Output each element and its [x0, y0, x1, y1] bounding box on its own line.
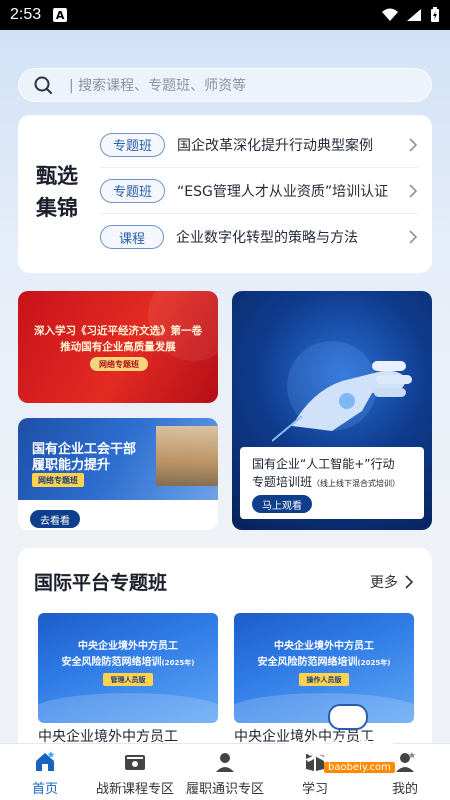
featured-row-text: “ESG管理人才从业资质”培训认证: [177, 183, 389, 200]
featured-row[interactable]: 专题班 “ESG管理人才从业资质”培训认证: [100, 168, 418, 214]
card-decoration: [38, 693, 218, 723]
meeting-photo: [156, 426, 218, 486]
nav-label: 我的: [391, 782, 418, 797]
banner-line2: 履职能力提升: [32, 458, 111, 473]
person-icon: [216, 753, 234, 772]
card-line1: 中央企业境外中方员工: [274, 641, 374, 652]
wallet-icon: [125, 755, 145, 770]
nav-label: 战新课程专区: [95, 782, 174, 797]
union-banner-image: 国有企业工会干部 履职能力提升 网络专题班: [18, 418, 218, 500]
banner-line1: 国有企业“人工智能+”行动: [252, 457, 395, 471]
nav-general-knowledge[interactable]: 履职通识专区: [180, 744, 270, 800]
status-time: 2:53: [10, 6, 42, 23]
featured-title: 甄选 集锦: [36, 160, 84, 224]
featured-tag: 专题班: [100, 132, 166, 157]
banner-chip: 网络专题班: [32, 473, 84, 487]
card-line2-main: 安全风险防范网络培训: [61, 657, 162, 668]
more-link[interactable]: 更多: [370, 572, 414, 592]
nav-label: 首页: [31, 782, 58, 797]
signal-icon: [407, 9, 421, 21]
chevron-right-icon: [409, 230, 418, 244]
card-line2-year: (2025年): [161, 659, 195, 667]
search-bar[interactable]: | 搜索课程、专题班、师资等: [18, 68, 432, 102]
banner-line1: 深入学习《习近平经济文选》第一卷: [34, 325, 202, 337]
featured-row-text: 国企改革深化提升行动典型案例: [177, 137, 374, 154]
card-line1: 中央企业境外中方员工: [78, 641, 178, 652]
featured-row[interactable]: 专题班 国企改革深化提升行动典型案例: [100, 122, 418, 168]
more-label: 更多: [370, 575, 398, 591]
chevron-right-icon: [409, 183, 418, 198]
gamepad-icon: [328, 704, 368, 730]
watermark-logo: 宝贝游戏网 baobeiy.com: [276, 700, 426, 780]
card-line2: 安全风险防范网络培训(2025年): [234, 653, 414, 668]
home-icon: [36, 751, 55, 771]
union-cadre-banner[interactable]: 国有企业工会干部 履职能力提升 网络专题班 去看看: [18, 418, 218, 530]
nav-label: 履职通识专区: [185, 782, 264, 797]
card-chip: 操作人员版: [299, 673, 349, 686]
nav-strategic-courses[interactable]: 战新课程专区: [90, 744, 180, 800]
chevron-right-icon: [409, 137, 418, 152]
card-line2-year: (2025年): [357, 659, 391, 667]
featured-collection-card: 甄选 集锦 专题班 国企改革深化提升行动典型案例 专题班 “ESG管理人才从业资…: [18, 115, 432, 273]
ai-info-card: 国有企业“人工智能+”行动 专题培训班（线上线下混合式培训） 马上观看: [240, 447, 424, 519]
featured-row[interactable]: 课程 企业数字化转型的策略与方法: [100, 214, 418, 260]
robot-hand-icon: [272, 341, 412, 442]
featured-tag: 课程: [100, 225, 165, 249]
chevron-right-icon: [405, 575, 414, 589]
battery-icon: [431, 7, 439, 22]
card-line2: 安全风险防范网络培训(2025年): [38, 653, 218, 668]
ai-training-banner[interactable]: 国有企业“人工智能+”行动 专题培训班（线上线下混合式培训） 马上观看: [232, 291, 432, 530]
banner-chip: 网络专题班: [90, 357, 148, 371]
status-icons: [382, 7, 440, 23]
banner-line2-main: 专题培训班: [252, 475, 313, 489]
featured-title-line2: 集锦: [36, 195, 78, 220]
watch-now-button[interactable]: 马上观看: [252, 495, 312, 513]
featured-title-line1: 甄选: [36, 163, 78, 188]
nav-label: 学习: [301, 782, 328, 797]
economic-study-banner[interactable]: 深入学习《习近平经济文选》第一卷 推动国有企业高质量发展 网络专题班: [18, 291, 218, 403]
search-icon: [34, 76, 52, 94]
section-title: 国际平台专题班: [34, 572, 168, 594]
course-card[interactable]: 中央企业境外中方员工 安全风险防范网络培训(2025年) 管理人员版: [38, 613, 218, 723]
card-chip: 管理人员版: [103, 673, 153, 686]
banner-line2: 推动国有企业高质量发展: [60, 341, 176, 353]
search-placeholder: | 搜索课程、专题班、师资等: [69, 78, 247, 94]
banner-line2: 专题培训班（线上线下混合式培训）: [252, 473, 400, 490]
status-bar: 2:53 A: [0, 0, 450, 30]
watermark-url: baobeiy.com: [324, 762, 395, 773]
card-line2-main: 安全风险防范网络培训: [257, 657, 358, 668]
go-see-button[interactable]: 去看看: [30, 510, 80, 528]
notification-a-icon: A: [53, 8, 68, 22]
banner-line2-note: （线上线下混合式培训）: [312, 479, 401, 488]
wifi-icon: [382, 8, 398, 21]
featured-row-text: 企业数字化转型的策略与方法: [176, 230, 359, 246]
nav-home[interactable]: 首页: [0, 744, 90, 800]
featured-tag: 专题班: [100, 178, 166, 203]
